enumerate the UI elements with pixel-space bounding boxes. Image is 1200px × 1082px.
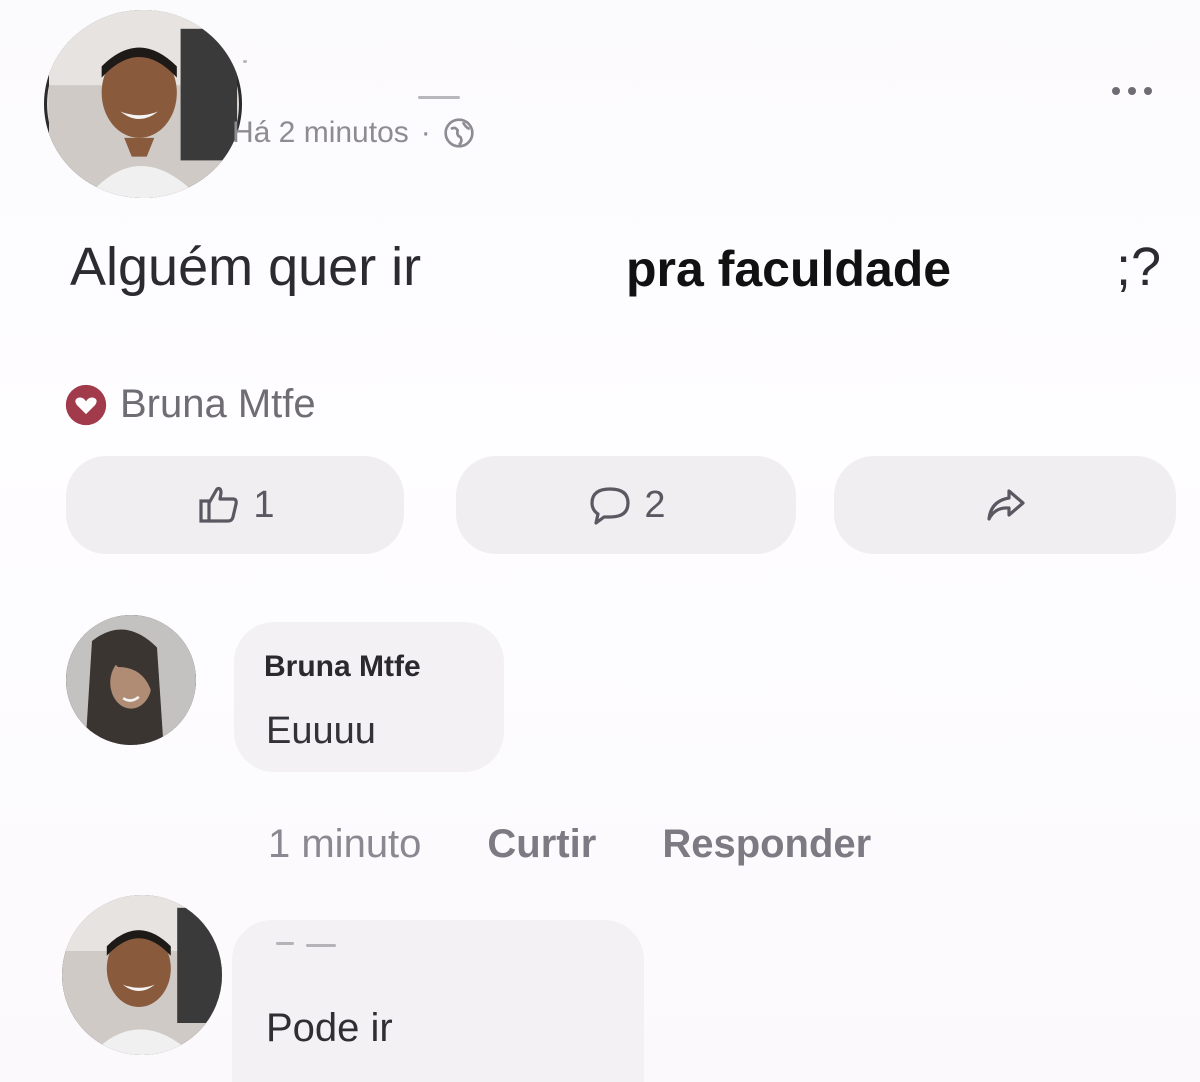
post-timestamp[interactable]: Há 2 minutos: [232, 116, 409, 150]
heart-icon: [65, 384, 107, 425]
replier-avatar-image: [62, 895, 222, 1055]
commenter-avatar[interactable]: [66, 615, 196, 745]
comment-actions: 1 minuto Curtir Responder: [268, 822, 871, 867]
globe-icon: [444, 118, 474, 148]
commenter-avatar-image: [66, 615, 196, 745]
poster-avatar[interactable]: [44, 10, 242, 198]
comment-like-link[interactable]: Curtir: [487, 822, 596, 867]
share-icon: [987, 489, 1025, 521]
replier-avatar[interactable]: [62, 895, 222, 1055]
comment-author[interactable]: Bruna Mtfe: [264, 650, 421, 684]
comment-button[interactable]: 2: [456, 456, 796, 554]
comment-reply-link[interactable]: Responder: [662, 822, 871, 867]
comment-time: 1 minuto: [268, 822, 422, 866]
reaction-name[interactable]: Bruna Mtfe: [120, 382, 316, 427]
more-options-icon[interactable]: [1112, 84, 1152, 98]
post-text-part: ;?: [1116, 237, 1162, 297]
redacted-mark: [243, 60, 247, 63]
reactions-summary[interactable]: Bruna Mtfe: [64, 382, 316, 427]
post-meta: Há 2 minutos ·: [232, 116, 475, 150]
comment-bubble: Bruna Mtfe Euuuu: [234, 622, 504, 772]
like-button[interactable]: 1: [66, 456, 404, 554]
comment-text: Euuuu: [266, 710, 376, 752]
meta-separator: ·: [420, 116, 431, 149]
redacted-mark: [276, 942, 294, 945]
comment-icon: [590, 487, 631, 525]
reply-bubble: Pode ir: [232, 920, 644, 1082]
post-text-overlay: pra faculdade: [626, 241, 952, 297]
redacted-mark: [306, 944, 336, 947]
post-text-part: Alguém quer ir: [70, 237, 422, 297]
redacted-mark: [418, 96, 460, 99]
share-button[interactable]: [834, 456, 1176, 554]
thumbs-up-icon: [199, 486, 239, 523]
post-card: Há 2 minutos · Alguém quer ir pra faculd…: [0, 0, 1200, 1082]
reply-text: Pode ir: [266, 1006, 393, 1050]
like-count: 1: [253, 483, 275, 526]
poster-avatar-image: [49, 10, 237, 198]
comment-count: 2: [644, 483, 666, 526]
